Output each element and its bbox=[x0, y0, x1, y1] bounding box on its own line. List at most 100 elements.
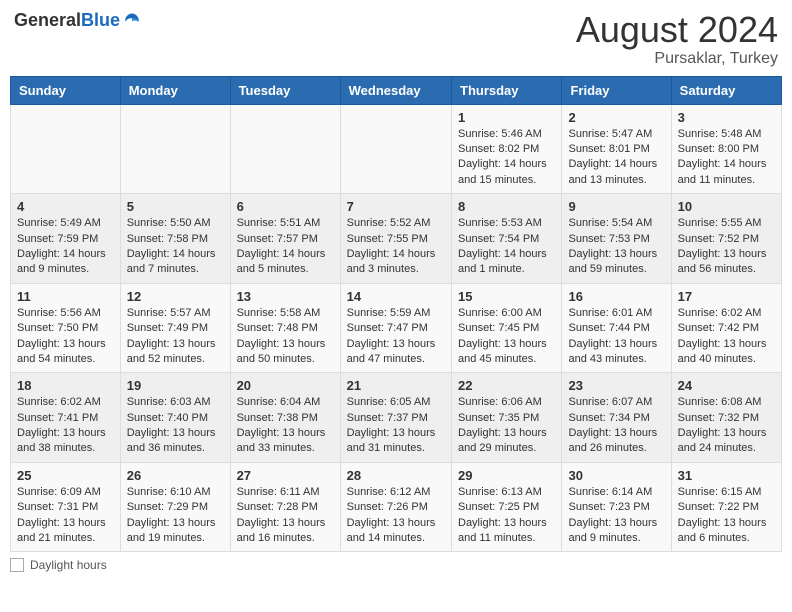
day-info: Sunrise: 5:56 AM Sunset: 7:50 PM Dayligh… bbox=[17, 306, 114, 368]
day-number: 24 bbox=[678, 378, 775, 393]
day-info: Sunrise: 5:57 AM Sunset: 7:49 PM Dayligh… bbox=[127, 306, 224, 368]
day-number: 22 bbox=[458, 378, 555, 393]
day-number: 23 bbox=[568, 378, 664, 393]
day-info: Sunrise: 5:47 AM Sunset: 8:01 PM Dayligh… bbox=[568, 127, 664, 189]
calendar-cell: 7 Sunrise: 5:52 AM Sunset: 7:55 PM Daylig… bbox=[340, 194, 451, 284]
header-thursday: Thursday bbox=[452, 76, 562, 104]
day-number: 27 bbox=[237, 468, 334, 483]
day-info: Sunrise: 6:14 AM Sunset: 7:23 PM Dayligh… bbox=[568, 485, 664, 547]
page-subtitle: Pursaklar, Turkey bbox=[576, 50, 778, 68]
day-info: Sunrise: 6:13 AM Sunset: 7:25 PM Dayligh… bbox=[458, 485, 555, 547]
day-number: 31 bbox=[678, 468, 775, 483]
day-info: Sunrise: 6:09 AM Sunset: 7:31 PM Dayligh… bbox=[17, 485, 114, 547]
day-number: 16 bbox=[568, 289, 664, 304]
day-number: 15 bbox=[458, 289, 555, 304]
page-header: GeneralBlue August 2024 Pursaklar, Turke… bbox=[10, 10, 782, 68]
calendar-cell: 18 Sunrise: 6:02 AM Sunset: 7:41 PM Dayli… bbox=[11, 373, 121, 463]
calendar-cell: 3 Sunrise: 5:48 AM Sunset: 8:00 PM Daylig… bbox=[671, 104, 781, 194]
day-info: Sunrise: 6:04 AM Sunset: 7:38 PM Dayligh… bbox=[237, 395, 334, 457]
day-number: 12 bbox=[127, 289, 224, 304]
day-number: 9 bbox=[568, 199, 664, 214]
page-title: August 2024 bbox=[576, 10, 778, 50]
calendar-week-3: 11 Sunrise: 5:56 AM Sunset: 7:50 PM Dayli… bbox=[11, 283, 782, 373]
header-sunday: Sunday bbox=[11, 76, 121, 104]
calendar-cell: 21 Sunrise: 6:05 AM Sunset: 7:37 PM Dayli… bbox=[340, 373, 451, 463]
calendar-cell bbox=[120, 104, 230, 194]
calendar-cell: 27 Sunrise: 6:11 AM Sunset: 7:28 PM Dayli… bbox=[230, 462, 340, 552]
logo: GeneralBlue bbox=[14, 10, 142, 31]
day-number: 7 bbox=[347, 199, 445, 214]
day-info: Sunrise: 5:48 AM Sunset: 8:00 PM Dayligh… bbox=[678, 127, 775, 189]
header-friday: Friday bbox=[562, 76, 671, 104]
calendar-header: Sunday Monday Tuesday Wednesday Thursday… bbox=[11, 76, 782, 104]
day-number: 19 bbox=[127, 378, 224, 393]
calendar-week-1: 1 Sunrise: 5:46 AM Sunset: 8:02 PM Daylig… bbox=[11, 104, 782, 194]
day-number: 14 bbox=[347, 289, 445, 304]
calendar-cell: 5Sunrise: 5:50 AM Sunset: 7:58 PM Daylig… bbox=[120, 194, 230, 284]
day-number: 2 bbox=[568, 110, 664, 125]
header-tuesday: Tuesday bbox=[230, 76, 340, 104]
day-number: 25 bbox=[17, 468, 114, 483]
calendar-cell: 16 Sunrise: 6:01 AM Sunset: 7:44 PM Dayli… bbox=[562, 283, 671, 373]
calendar-cell: 26 Sunrise: 6:10 AM Sunset: 7:29 PM Dayli… bbox=[120, 462, 230, 552]
calendar-week-4: 18 Sunrise: 6:02 AM Sunset: 7:41 PM Dayli… bbox=[11, 373, 782, 463]
day-info: Sunrise: 6:02 AM Sunset: 7:42 PM Dayligh… bbox=[678, 306, 775, 368]
calendar-cell: 23 Sunrise: 6:07 AM Sunset: 7:34 PM Dayli… bbox=[562, 373, 671, 463]
calendar-cell bbox=[11, 104, 121, 194]
calendar-cell: 13Sunrise: 5:58 AM Sunset: 7:48 PM Dayli… bbox=[230, 283, 340, 373]
calendar-cell: 15 Sunrise: 6:00 AM Sunset: 7:45 PM Dayli… bbox=[452, 283, 562, 373]
calendar-cell: 28Sunrise: 6:12 AM Sunset: 7:26 PM Dayli… bbox=[340, 462, 451, 552]
day-number: 21 bbox=[347, 378, 445, 393]
day-info: Sunrise: 6:00 AM Sunset: 7:45 PM Dayligh… bbox=[458, 306, 555, 368]
day-number: 29 bbox=[458, 468, 555, 483]
daylight-label: Daylight hours bbox=[30, 558, 107, 572]
calendar-cell: 11 Sunrise: 5:56 AM Sunset: 7:50 PM Dayli… bbox=[11, 283, 121, 373]
header-monday: Monday bbox=[120, 76, 230, 104]
day-number: 4 bbox=[17, 199, 114, 214]
calendar-cell: 1 Sunrise: 5:46 AM Sunset: 8:02 PM Daylig… bbox=[452, 104, 562, 194]
calendar-cell: 30Sunrise: 6:14 AM Sunset: 7:23 PM Dayli… bbox=[562, 462, 671, 552]
day-number: 13 bbox=[237, 289, 334, 304]
day-number: 26 bbox=[127, 468, 224, 483]
calendar-cell: 19Sunrise: 6:03 AM Sunset: 7:40 PM Dayli… bbox=[120, 373, 230, 463]
day-number: 11 bbox=[17, 289, 114, 304]
title-area: August 2024 Pursaklar, Turkey bbox=[576, 10, 778, 68]
calendar-cell: 6Sunrise: 5:51 AM Sunset: 7:57 PM Daylig… bbox=[230, 194, 340, 284]
day-info: Sunrise: 6:15 AM Sunset: 7:22 PM Dayligh… bbox=[678, 485, 775, 547]
day-info: Sunrise: 6:01 AM Sunset: 7:44 PM Dayligh… bbox=[568, 306, 664, 368]
logo-bird-icon bbox=[122, 11, 142, 31]
day-number: 1 bbox=[458, 110, 555, 125]
day-info: Sunrise: 6:10 AM Sunset: 7:29 PM Dayligh… bbox=[127, 485, 224, 547]
day-info: Sunrise: 5:55 AM Sunset: 7:52 PM Dayligh… bbox=[678, 216, 775, 278]
day-number: 17 bbox=[678, 289, 775, 304]
day-info: Sunrise: 6:12 AM Sunset: 7:26 PM Dayligh… bbox=[347, 485, 445, 547]
calendar-cell: 12 Sunrise: 5:57 AM Sunset: 7:49 PM Dayli… bbox=[120, 283, 230, 373]
day-number: 10 bbox=[678, 199, 775, 214]
day-info: Sunrise: 5:49 AM Sunset: 7:59 PM Dayligh… bbox=[17, 216, 114, 278]
day-info: Sunrise: 6:07 AM Sunset: 7:34 PM Dayligh… bbox=[568, 395, 664, 457]
calendar-cell bbox=[340, 104, 451, 194]
calendar-cell: 4 Sunrise: 5:49 AM Sunset: 7:59 PM Daylig… bbox=[11, 194, 121, 284]
calendar-week-2: 4 Sunrise: 5:49 AM Sunset: 7:59 PM Daylig… bbox=[11, 194, 782, 284]
day-info: Sunrise: 5:54 AM Sunset: 7:53 PM Dayligh… bbox=[568, 216, 664, 278]
day-info: Sunrise: 6:08 AM Sunset: 7:32 PM Dayligh… bbox=[678, 395, 775, 457]
calendar-table: Sunday Monday Tuesday Wednesday Thursday… bbox=[10, 76, 782, 553]
calendar-cell: 25 Sunrise: 6:09 AM Sunset: 7:31 PM Dayli… bbox=[11, 462, 121, 552]
day-number: 8 bbox=[458, 199, 555, 214]
footer: Daylight hours bbox=[10, 558, 782, 572]
day-number: 5 bbox=[127, 199, 224, 214]
day-info: Sunrise: 6:02 AM Sunset: 7:41 PM Dayligh… bbox=[17, 395, 114, 457]
day-number: 18 bbox=[17, 378, 114, 393]
day-info: Sunrise: 5:52 AM Sunset: 7:55 PM Dayligh… bbox=[347, 216, 445, 278]
day-number: 6 bbox=[237, 199, 334, 214]
calendar-body: 1 Sunrise: 5:46 AM Sunset: 8:02 PM Daylig… bbox=[11, 104, 782, 552]
calendar-cell bbox=[230, 104, 340, 194]
day-info: Sunrise: 5:46 AM Sunset: 8:02 PM Dayligh… bbox=[458, 127, 555, 189]
day-number: 3 bbox=[678, 110, 775, 125]
day-info: Sunrise: 6:11 AM Sunset: 7:28 PM Dayligh… bbox=[237, 485, 334, 547]
calendar-cell: 10 Sunrise: 5:55 AM Sunset: 7:52 PM Dayli… bbox=[671, 194, 781, 284]
daylight-box-icon bbox=[10, 558, 24, 572]
logo-general: GeneralBlue bbox=[14, 10, 120, 31]
day-info: Sunrise: 6:05 AM Sunset: 7:37 PM Dayligh… bbox=[347, 395, 445, 457]
calendar-cell: 14Sunrise: 5:59 AM Sunset: 7:47 PM Dayli… bbox=[340, 283, 451, 373]
